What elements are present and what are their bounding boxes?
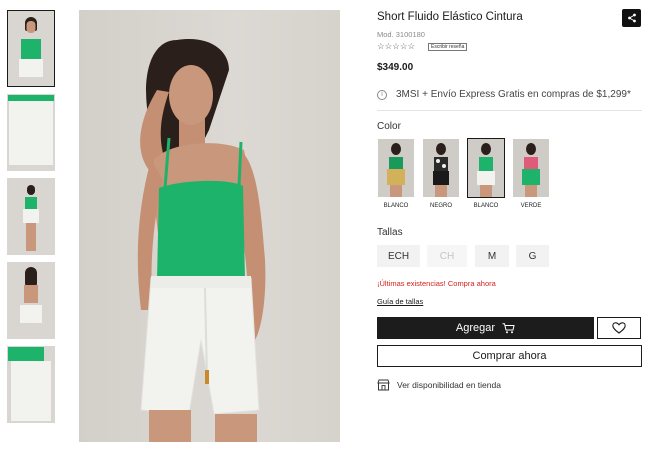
size-option-ech[interactable]: ECH bbox=[377, 245, 420, 267]
cart-icon bbox=[502, 322, 515, 333]
thumbnail-2[interactable] bbox=[7, 94, 55, 171]
model-number: Mod. 3100180 bbox=[377, 30, 425, 39]
thumbnail-5[interactable] bbox=[7, 346, 55, 423]
color-swatch-label-4: VERDE bbox=[520, 203, 542, 209]
product-title: Short Fluido Elástico Cintura bbox=[377, 11, 523, 23]
add-to-cart-button[interactable]: Agregar bbox=[377, 317, 594, 339]
promo-text: 3MSI + Envío Express Gratis en compras d… bbox=[396, 89, 631, 100]
product-price: $349.00 bbox=[377, 62, 414, 73]
model-photo bbox=[137, 39, 266, 442]
info-icon: i bbox=[377, 89, 387, 100]
size-option-m[interactable]: M bbox=[475, 245, 509, 267]
color-swatch-label-3: BLANCO bbox=[473, 203, 499, 209]
share-button[interactable] bbox=[622, 9, 641, 27]
thumbnail-1[interactable] bbox=[7, 10, 55, 87]
color-swatch-2[interactable] bbox=[423, 139, 459, 197]
size-option-ch[interactable]: CH bbox=[427, 245, 467, 267]
thumbnail-3[interactable] bbox=[7, 178, 55, 255]
color-swatch-label-1: BLANCO bbox=[383, 203, 409, 209]
color-label: Color bbox=[377, 121, 401, 132]
main-product-image bbox=[79, 10, 340, 442]
color-swatch-1[interactable] bbox=[378, 139, 414, 197]
size-guide-link[interactable]: Guía de tallas bbox=[377, 297, 423, 306]
heart-icon bbox=[612, 322, 626, 334]
write-review-button[interactable]: Escribir reseña bbox=[428, 43, 468, 51]
rating-stars: ☆☆☆☆☆ bbox=[377, 41, 416, 51]
size-option-g[interactable]: G bbox=[516, 245, 549, 267]
store-availability-label: Ver disponibilidad en tienda bbox=[397, 380, 501, 390]
sizes-label: Tallas bbox=[377, 227, 403, 238]
color-swatch-label-2: NEGRO bbox=[429, 203, 452, 209]
thumbnail-4[interactable] bbox=[7, 262, 55, 339]
color-swatch-4[interactable] bbox=[513, 139, 549, 197]
divider bbox=[377, 110, 642, 111]
store-availability-link[interactable]: Ver disponibilidad en tienda bbox=[377, 379, 501, 391]
stock-alert: ¡Últimas existencias! Compra ahora bbox=[377, 279, 496, 288]
store-icon bbox=[377, 379, 390, 391]
buy-now-button[interactable]: Comprar ahora bbox=[377, 345, 642, 367]
color-swatch-3[interactable] bbox=[467, 138, 505, 198]
promo-banner: i 3MSI + Envío Express Gratis en compras… bbox=[377, 89, 631, 100]
share-icon bbox=[627, 13, 636, 23]
favorite-button[interactable] bbox=[597, 317, 641, 339]
add-to-cart-label: Agregar bbox=[455, 322, 496, 334]
